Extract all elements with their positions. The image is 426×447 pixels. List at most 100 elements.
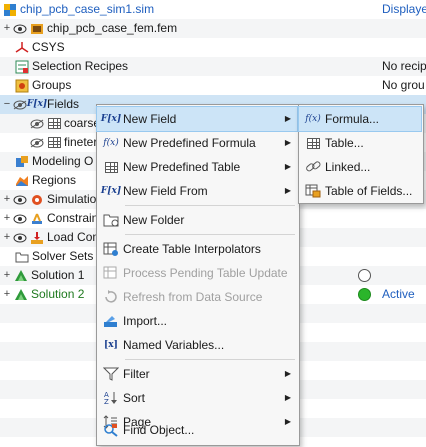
simulation-objects-icon bbox=[29, 192, 45, 208]
menu-item-refresh-from-data-source[interactable]: Refresh from Data Source bbox=[97, 285, 297, 309]
tree-row-label: Solver Sets bbox=[32, 249, 94, 263]
menu-item-new-folder[interactable]: New Folder bbox=[97, 208, 297, 232]
expand-plus-icon[interactable]: + bbox=[2, 19, 12, 38]
tree-row-label: Constrain bbox=[47, 211, 99, 225]
tree-row-label: Solution 1 bbox=[31, 268, 85, 282]
fx-italic-icon: f(x) bbox=[103, 138, 119, 148]
sort-icon: AZ bbox=[99, 391, 123, 405]
eye-icon[interactable] bbox=[13, 230, 27, 246]
tree-row-selection-recipes[interactable]: Selection Recipes No recip bbox=[0, 57, 426, 76]
tree-row-label: CSYS bbox=[32, 40, 65, 54]
eye-hidden-icon[interactable] bbox=[30, 116, 44, 132]
menu-separator bbox=[125, 205, 295, 206]
table-icon bbox=[46, 116, 62, 132]
submenu-item-table[interactable]: Table... bbox=[299, 131, 421, 155]
menu-separator bbox=[125, 234, 295, 235]
menu-item-new-predefined-table[interactable]: New Predefined Table ▶ bbox=[97, 155, 297, 179]
modeling-objects-icon bbox=[14, 154, 30, 170]
submenu-arrow-icon: ▶ bbox=[284, 393, 291, 402]
import-icon bbox=[99, 314, 123, 328]
fields-fx-icon: F[x] bbox=[26, 99, 48, 109]
tree-row-label: Selection Recipes bbox=[32, 59, 129, 73]
expand-plus-icon[interactable]: + bbox=[2, 285, 12, 304]
submenu-arrow-icon: ▶ bbox=[284, 138, 291, 147]
submenu-arrow-icon: ▶ bbox=[284, 369, 291, 378]
eye-hidden-icon[interactable] bbox=[30, 135, 44, 151]
groups-icon bbox=[14, 78, 30, 94]
regions-icon bbox=[14, 173, 30, 189]
menu-item-process-pending-table-update[interactable]: Process Pending Table Update bbox=[97, 261, 297, 285]
fx-icon: F[x] bbox=[100, 114, 122, 124]
menu-item-new-field[interactable]: F[x] New Field ▶ bbox=[96, 106, 298, 132]
solution-icon bbox=[13, 287, 29, 303]
tree-row-label: chip_pcb_case_sim1.sim bbox=[20, 2, 155, 16]
load-container-icon bbox=[29, 230, 45, 246]
menu-item-find-object-row[interactable]: Find Object... bbox=[97, 418, 297, 442]
menu-item-filter[interactable]: Filter ▶ bbox=[97, 362, 297, 386]
tree-row-status: No grou bbox=[382, 78, 425, 92]
menu-item-new-field-from[interactable]: F[x] New Field From ▶ bbox=[97, 179, 297, 203]
menu-item-named-variables[interactable]: [x] Named Variables... bbox=[97, 333, 297, 357]
tree-row-status: Active bbox=[382, 287, 415, 301]
sim-file-icon bbox=[2, 2, 18, 18]
menu-separator bbox=[125, 359, 295, 360]
inactive-radio-indicator[interactable] bbox=[358, 269, 371, 282]
eye-icon[interactable] bbox=[13, 211, 27, 227]
table-icon bbox=[99, 161, 123, 173]
tree-row-status: No recip bbox=[382, 59, 426, 73]
submenu-arrow-icon: ▶ bbox=[284, 186, 291, 195]
fem-file-icon bbox=[29, 21, 45, 37]
table-interpolator-icon bbox=[99, 242, 123, 256]
collapse-minus-icon[interactable]: − bbox=[2, 95, 12, 114]
eye-icon[interactable] bbox=[13, 21, 27, 37]
named-variables-icon: [x] bbox=[104, 340, 118, 350]
tree-row-label: Solution 2 bbox=[31, 287, 85, 301]
tree-row-label: fineter bbox=[64, 135, 98, 149]
tree-row-sim-file[interactable]: chip_pcb_case_sim1.sim Displaye bbox=[0, 0, 426, 19]
filter-icon bbox=[99, 367, 123, 381]
submenu-item-linked[interactable]: Linked... bbox=[299, 155, 421, 179]
tree-row-label: chip_pcb_case_fem.fem bbox=[47, 21, 178, 35]
table-icon bbox=[46, 135, 62, 151]
tree-row-label: Modeling O bbox=[32, 154, 94, 168]
menu-item-import[interactable]: Import... bbox=[97, 309, 297, 333]
fx-icon: F[x] bbox=[100, 186, 122, 196]
tree-row-label: Simulatio bbox=[47, 192, 97, 206]
eye-icon[interactable] bbox=[13, 192, 27, 208]
menu-item-create-table-interpolators[interactable]: Create Table Interpolators bbox=[97, 237, 297, 261]
submenu-item-formula[interactable]: f(x) Formula... bbox=[298, 106, 422, 132]
menu-item-sort[interactable]: AZ Sort ▶ bbox=[97, 386, 297, 410]
folder-icon bbox=[99, 213, 123, 227]
submenu-arrow-icon: ▶ bbox=[284, 162, 291, 171]
selection-recipes-icon bbox=[14, 59, 30, 75]
expand-plus-icon[interactable]: + bbox=[2, 190, 12, 209]
tree-row-csys[interactable]: CSYS bbox=[0, 38, 426, 57]
tree-row-status: Displaye bbox=[382, 2, 426, 16]
fx-italic-icon: f(x) bbox=[305, 114, 321, 124]
tree-row-fem-file[interactable]: + chip_pcb_case_fem.fem bbox=[0, 19, 426, 38]
menu-item-new-predefined-formula[interactable]: f(x) New Predefined Formula ▶ bbox=[97, 131, 297, 155]
constraints-icon bbox=[29, 211, 45, 227]
expand-plus-icon[interactable]: + bbox=[2, 209, 12, 228]
submenu-item-table-of-fields[interactable]: Table of Fields... bbox=[299, 179, 421, 203]
eye-hidden-icon[interactable] bbox=[13, 97, 27, 113]
link-icon bbox=[301, 160, 325, 174]
submenu-arrow-icon: ▶ bbox=[284, 114, 291, 123]
tree-row-label: Load Con bbox=[47, 230, 100, 244]
tree-row-label: Regions bbox=[32, 173, 77, 187]
csys-icon bbox=[14, 40, 30, 56]
expand-plus-icon[interactable]: + bbox=[2, 228, 12, 247]
folder-icon bbox=[14, 249, 30, 265]
tree-row-groups[interactable]: Groups No grou bbox=[0, 76, 426, 95]
solution-icon bbox=[13, 268, 29, 284]
table-icon bbox=[301, 137, 325, 149]
refresh-icon bbox=[99, 290, 123, 304]
expand-plus-icon[interactable]: + bbox=[2, 266, 12, 285]
active-radio-indicator[interactable] bbox=[358, 288, 371, 301]
table-of-fields-icon bbox=[301, 184, 325, 198]
tree-row-label: Fields bbox=[47, 97, 80, 111]
tree-row-label: Groups bbox=[32, 78, 72, 92]
find-object-icon bbox=[99, 423, 123, 437]
tree-row-label: coarse bbox=[64, 116, 101, 130]
table-update-icon bbox=[99, 266, 123, 280]
